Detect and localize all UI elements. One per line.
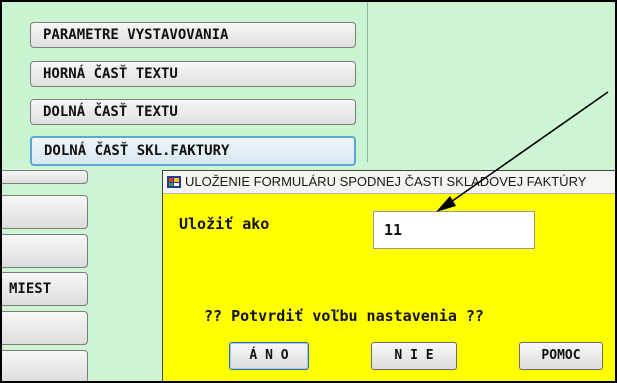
- annotation-arrow: [436, 91, 609, 212]
- main-window: PARAMETRE VYSTAVOVANIA HORNÁ ČASŤ TEXTU …: [0, 0, 617, 383]
